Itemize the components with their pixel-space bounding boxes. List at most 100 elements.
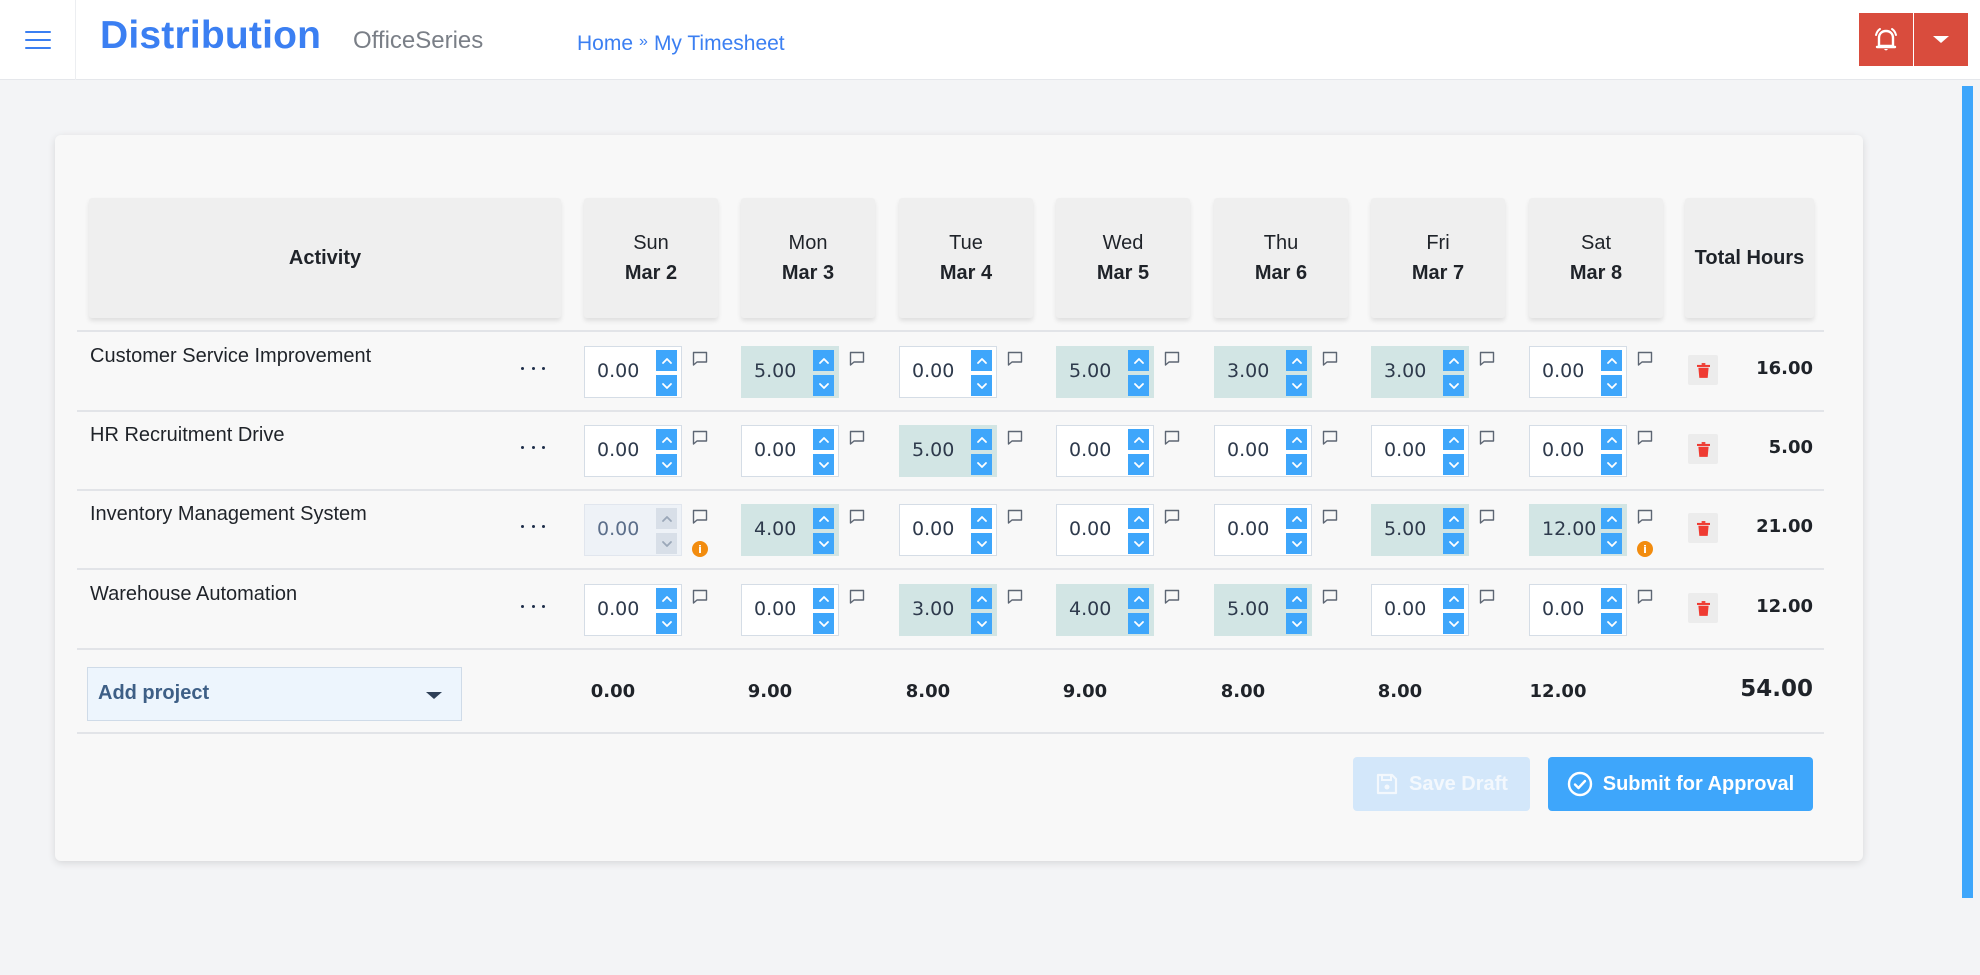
more-options-icon[interactable] (518, 437, 548, 457)
decrement-button[interactable] (1443, 613, 1464, 634)
hours-value[interactable]: 3.00 (912, 598, 954, 620)
comment-icon[interactable] (1322, 430, 1338, 446)
hours-value[interactable]: 4.00 (754, 518, 796, 540)
comment-icon[interactable] (1164, 351, 1180, 367)
hours-value[interactable]: 0.00 (597, 360, 639, 382)
increment-button[interactable] (1443, 350, 1464, 371)
increment-button[interactable] (1601, 350, 1622, 371)
increment-button[interactable] (971, 350, 992, 371)
hours-value[interactable]: 0.00 (1227, 439, 1269, 461)
menu-button[interactable] (0, 0, 76, 80)
increment-button[interactable] (971, 588, 992, 609)
decrement-button[interactable] (656, 454, 677, 475)
hours-value[interactable]: 0.00 (912, 518, 954, 540)
comment-icon[interactable] (1007, 351, 1023, 367)
submit-for-approval-button[interactable]: Submit for Approval (1548, 757, 1813, 811)
delete-row-button[interactable] (1688, 355, 1718, 385)
hours-value[interactable]: 3.00 (1384, 360, 1426, 382)
comment-icon[interactable] (1637, 430, 1653, 446)
hours-value[interactable]: 0.00 (1542, 598, 1584, 620)
decrement-button[interactable] (813, 454, 834, 475)
increment-button[interactable] (971, 429, 992, 450)
hours-value[interactable]: 0.00 (1542, 360, 1584, 382)
hours-value[interactable]: 0.00 (597, 598, 639, 620)
more-options-icon[interactable] (518, 516, 548, 536)
hours-input-mon[interactable]: 0.00 (741, 425, 839, 477)
page-scrollbar[interactable] (1962, 86, 1973, 898)
increment-button[interactable] (1286, 429, 1307, 450)
hours-input-mon[interactable]: 0.00 (741, 584, 839, 636)
hours-input-sat[interactable]: 0.00 (1529, 584, 1627, 636)
decrement-button[interactable] (1286, 613, 1307, 634)
comment-icon[interactable] (1164, 509, 1180, 525)
hours-input-tue[interactable]: 3.00 (899, 584, 997, 636)
increment-button[interactable] (1286, 588, 1307, 609)
breadcrumb-my-timesheet[interactable]: My Timesheet (654, 32, 785, 56)
comment-icon[interactable] (849, 351, 865, 367)
hours-value[interactable]: 0.00 (1384, 439, 1426, 461)
hours-value[interactable]: 4.00 (1069, 598, 1111, 620)
increment-button[interactable] (656, 350, 677, 371)
decrement-button[interactable] (1286, 454, 1307, 475)
comment-icon[interactable] (692, 589, 708, 605)
hours-input-fri[interactable]: 3.00 (1371, 346, 1469, 398)
user-dropdown-button[interactable] (1914, 13, 1968, 66)
increment-button[interactable] (1286, 350, 1307, 371)
decrement-button[interactable] (1286, 533, 1307, 554)
more-options-icon[interactable] (518, 596, 548, 616)
increment-button[interactable] (971, 508, 992, 529)
hours-input-wed[interactable]: 0.00 (1056, 425, 1154, 477)
decrement-button[interactable] (971, 454, 992, 475)
increment-button[interactable] (813, 429, 834, 450)
decrement-button[interactable] (1128, 375, 1149, 396)
hours-input-sun[interactable]: 0.00 (584, 346, 682, 398)
hours-input-fri[interactable]: 0.00 (1371, 584, 1469, 636)
increment-button[interactable] (1443, 508, 1464, 529)
hours-input-mon[interactable]: 5.00 (741, 346, 839, 398)
decrement-button[interactable] (813, 613, 834, 634)
comment-icon[interactable] (692, 430, 708, 446)
comment-icon[interactable] (692, 509, 708, 525)
decrement-button[interactable] (971, 533, 992, 554)
hours-input-fri[interactable]: 0.00 (1371, 425, 1469, 477)
hours-value[interactable]: 5.00 (1384, 518, 1426, 540)
delete-row-button[interactable] (1688, 434, 1718, 464)
hours-input-sun[interactable]: 0.00 (584, 425, 682, 477)
more-options-icon[interactable] (518, 358, 548, 378)
increment-button[interactable] (656, 588, 677, 609)
hours-input-sat[interactable]: 12.00 (1529, 504, 1627, 556)
increment-button[interactable] (813, 508, 834, 529)
hours-value[interactable]: 5.00 (754, 360, 796, 382)
increment-button[interactable] (1128, 508, 1149, 529)
decrement-button[interactable] (813, 533, 834, 554)
add-project-dropdown[interactable]: Add project (87, 667, 462, 721)
increment-button[interactable] (1128, 588, 1149, 609)
hours-input-tue[interactable]: 5.00 (899, 425, 997, 477)
hours-input-sat[interactable]: 0.00 (1529, 425, 1627, 477)
comment-icon[interactable] (1479, 509, 1495, 525)
hours-input-thu[interactable]: 5.00 (1214, 584, 1312, 636)
comment-icon[interactable] (1007, 589, 1023, 605)
hours-value[interactable]: 0.00 (1227, 518, 1269, 540)
decrement-button[interactable] (813, 375, 834, 396)
increment-button[interactable] (1601, 508, 1622, 529)
comment-icon[interactable] (1479, 430, 1495, 446)
comment-icon[interactable] (1637, 351, 1653, 367)
increment-button[interactable] (656, 429, 677, 450)
decrement-button[interactable] (656, 375, 677, 396)
comment-icon[interactable] (1479, 351, 1495, 367)
decrement-button[interactable] (1601, 533, 1622, 554)
hours-input-thu[interactable]: 0.00 (1214, 425, 1312, 477)
decrement-button[interactable] (1443, 375, 1464, 396)
decrement-button[interactable] (1443, 454, 1464, 475)
increment-button[interactable] (1601, 588, 1622, 609)
increment-button[interactable] (1443, 588, 1464, 609)
hours-value[interactable]: 0.00 (597, 439, 639, 461)
comment-icon[interactable] (692, 351, 708, 367)
decrement-button[interactable] (1601, 454, 1622, 475)
hours-input-wed[interactable]: 0.00 (1056, 504, 1154, 556)
hours-value[interactable]: 12.00 (1542, 518, 1596, 540)
increment-button[interactable] (813, 588, 834, 609)
comment-icon[interactable] (1164, 589, 1180, 605)
hours-value[interactable]: 5.00 (912, 439, 954, 461)
